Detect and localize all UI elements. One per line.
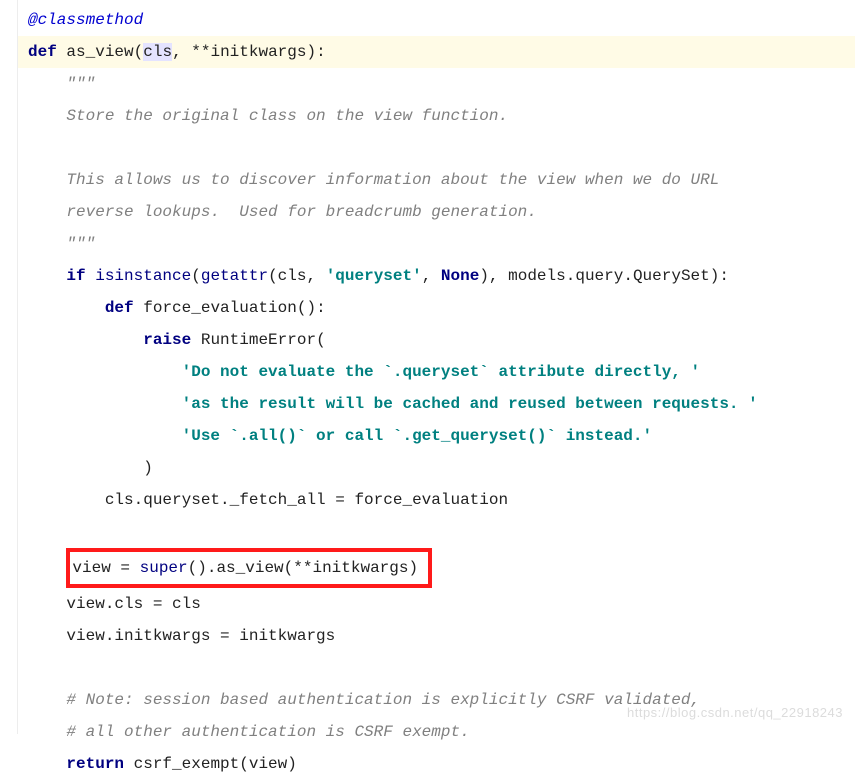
view-initkwargs-line: view.initkwargs = initkwargs [28,620,855,652]
blank-line [28,516,855,548]
def-keyword: def [28,43,57,61]
decorator: @classmethod [28,11,143,29]
param-rest: , **initkwargs): [172,43,326,61]
error-string-line: 'as the result will be cached and reused… [28,388,855,420]
param-cls: cls [143,43,172,61]
close-paren-line: ) [28,452,855,484]
raise-line: raise RuntimeError( [28,324,855,356]
docstring-line: Store the original class on the view fun… [28,100,855,132]
blank-line [28,652,855,684]
highlighted-view-line: view = super().as_view(**initkwargs) [28,548,855,588]
def-line: def as_view(cls, **initkwargs): [0,36,855,68]
docstring-line: reverse lookups. Used for breadcrumb gen… [28,196,855,228]
docstring-line: This allows us to discover information a… [28,164,855,196]
error-string-line: 'Use `.all()` or call `.get_queryset()` … [28,420,855,452]
open-paren: ( [134,43,144,61]
function-name: as_view [66,43,133,61]
docstring-open: """ [28,68,855,100]
inner-def-line: def force_evaluation(): [28,292,855,324]
red-highlight-box: view = super().as_view(**initkwargs) [66,548,432,588]
code-gutter [0,0,18,734]
code-block: @classmethod def as_view(cls, **initkwar… [0,0,855,780]
blank-line [28,132,855,164]
if-line: if isinstance(getattr(cls, 'queryset', N… [28,260,855,292]
return-line: return csrf_exempt(view) [28,748,855,780]
decorator-line: @classmethod [28,4,855,36]
watermark-text: https://blog.csdn.net/qq_22918243 [627,700,843,726]
docstring-close: """ [28,228,855,260]
view-cls-line: view.cls = cls [28,588,855,620]
assign-line: cls.queryset._fetch_all = force_evaluati… [28,484,855,516]
error-string-line: 'Do not evaluate the `.queryset` attribu… [28,356,855,388]
